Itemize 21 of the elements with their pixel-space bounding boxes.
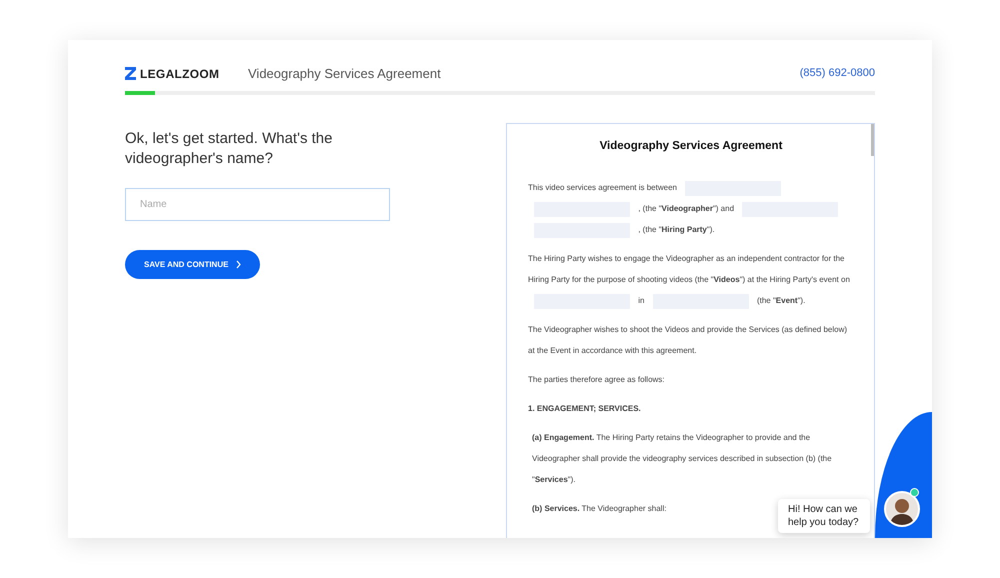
logo-text: LEGALZOOM (140, 66, 220, 82)
logo-icon (125, 67, 136, 80)
document-text: , (the "Videographer") and (638, 204, 734, 214)
scrollbar-thumb[interactable] (871, 124, 874, 156)
page-title: Videography Services Agreement (248, 64, 441, 83)
save-and-continue-button[interactable]: SAVE AND CONTINUE (125, 250, 260, 279)
document-text: in (638, 296, 644, 306)
document-text: The Videographer wishes to shoot the Videos and provide the Services (as defined below) at the Event in accordance with this agreement. (528, 325, 848, 356)
document-title: Videography Services Agreement (598, 139, 784, 154)
document-text: , (the "Hiring Party"). (638, 225, 715, 234)
document-text: 1. ENGAGEMENT; SERVICES. (528, 404, 641, 414)
document-text: (the "Event"). (756, 296, 806, 306)
name-field[interactable]: Name (125, 188, 390, 221)
document-text: The parties therefore agree as follows: (528, 375, 665, 384)
chevron-right-icon (236, 260, 242, 269)
phone-link[interactable]: (855) 692-0800 (800, 65, 875, 82)
question-text: Ok, let's get started. What's the videographer's name? (125, 129, 334, 169)
document-text: This video services agreement is between (528, 183, 677, 192)
document-text: (a) Engagement. The Hiring Party retains the Videographer to provide and the Videographer shall provide the videography services described in subsection (b) (the "Services"). (532, 433, 832, 484)
chat-bubble[interactable]: Hi! How can we help you today? (778, 499, 870, 533)
document-text: (b) Services. The Videographer shall: (532, 504, 666, 514)
